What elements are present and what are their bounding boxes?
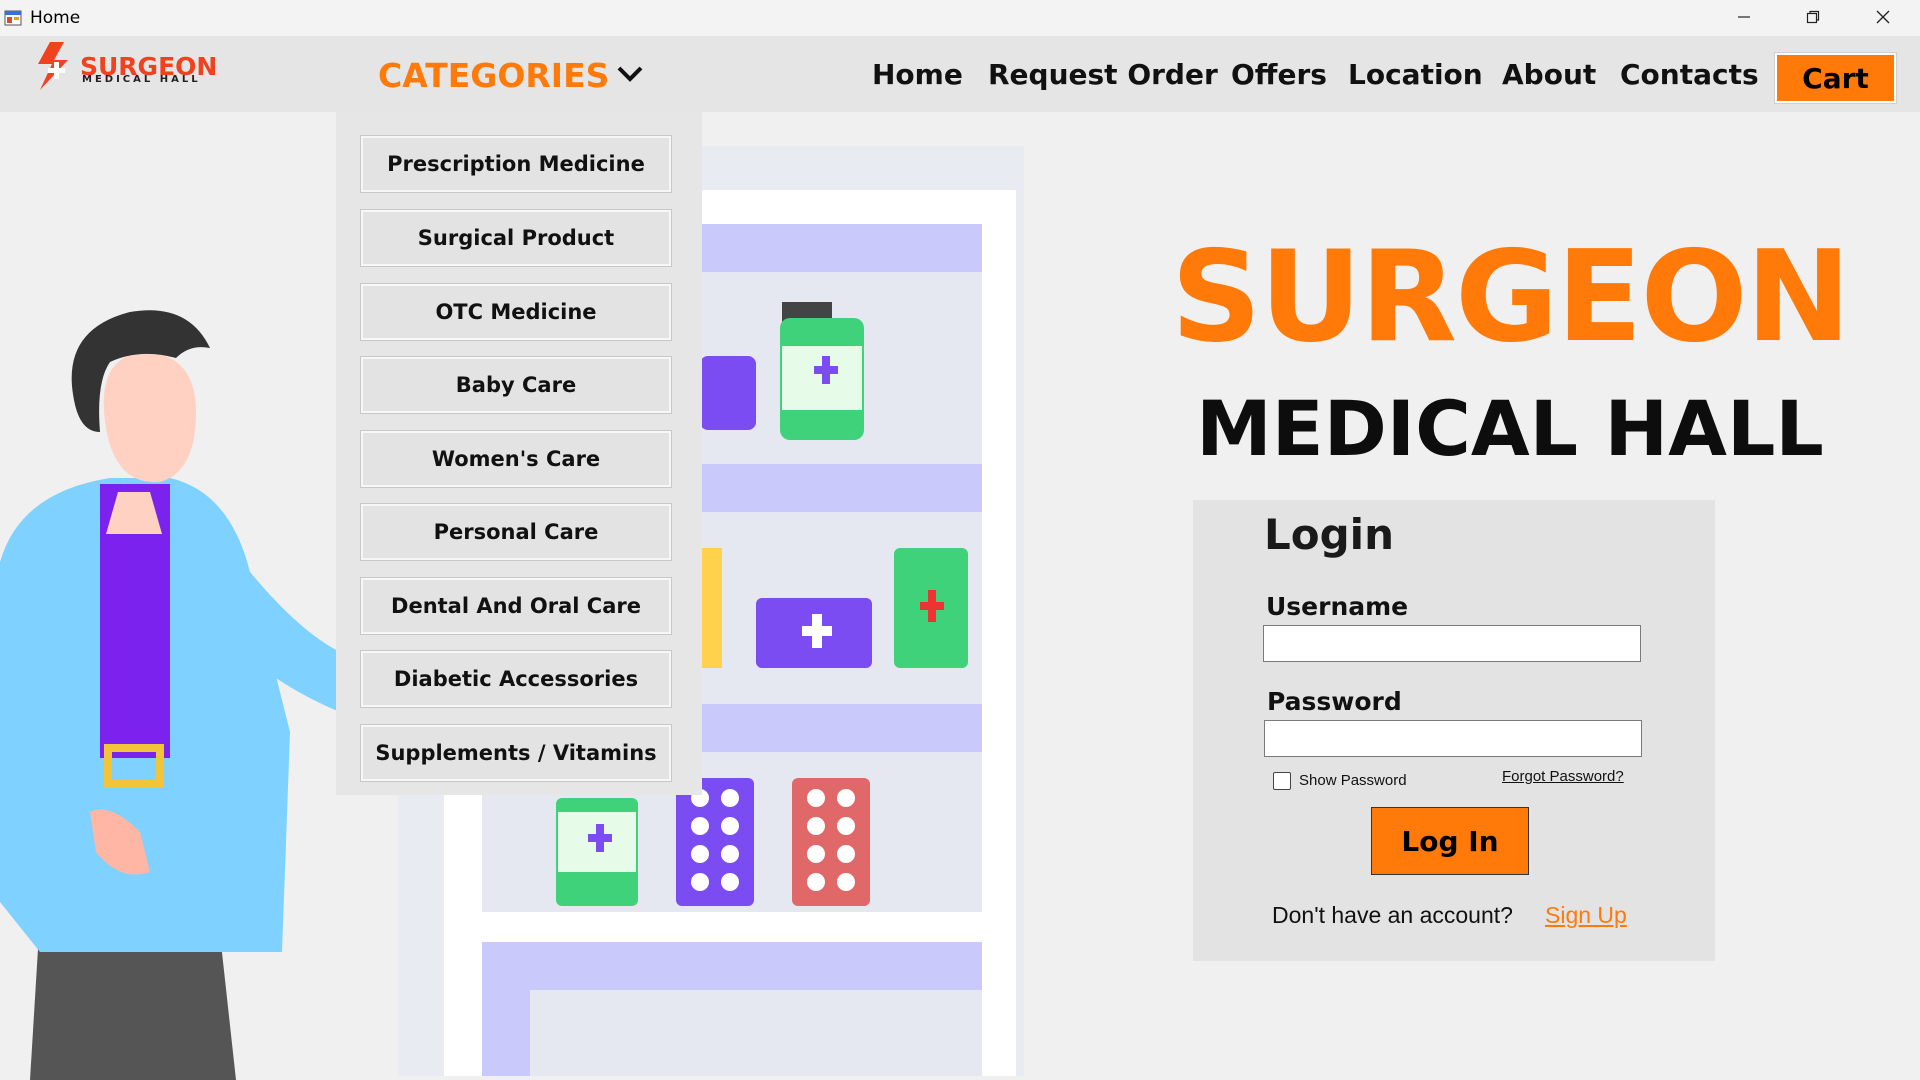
categories-menu: Prescription Medicine Surgical Product O… <box>336 112 702 795</box>
cart-button[interactable]: Cart <box>1775 53 1896 103</box>
username-label: Username <box>1266 592 1409 621</box>
category-personal-care[interactable]: Personal Care <box>360 503 672 561</box>
logo-subtext: MEDICAL HALL <box>82 74 201 85</box>
nav-offers[interactable]: Offers <box>1231 58 1327 91</box>
nav-about[interactable]: About <box>1502 58 1596 91</box>
password-label: Password <box>1267 687 1402 716</box>
login-panel: Login Username Password Show Password Fo… <box>1193 500 1715 961</box>
categories-label: CATEGORIES <box>378 56 610 95</box>
nav-location[interactable]: Location <box>1348 58 1483 91</box>
nav-home[interactable]: Home <box>872 58 963 91</box>
category-baby-care[interactable]: Baby Care <box>360 356 672 414</box>
category-diabetic-accessories[interactable]: Diabetic Accessories <box>360 650 672 708</box>
forgot-password-link[interactable]: Forgot Password? <box>1502 768 1624 785</box>
no-account-text: Don't have an account? <box>1272 902 1513 928</box>
window-title: Home <box>30 8 81 28</box>
category-womens-care[interactable]: Women's Care <box>360 430 672 488</box>
sign-up-link[interactable]: Sign Up <box>1545 902 1627 929</box>
login-button[interactable]: Log In <box>1371 807 1529 875</box>
minimize-icon <box>1738 16 1750 18</box>
category-dental-oral-care[interactable]: Dental And Oral Care <box>360 577 672 635</box>
app-icon <box>4 10 22 26</box>
category-prescription-medicine[interactable]: Prescription Medicine <box>360 135 672 193</box>
password-input[interactable] <box>1264 720 1642 757</box>
chevron-down-icon <box>617 66 643 82</box>
category-surgical-product[interactable]: Surgical Product <box>360 209 672 267</box>
restore-button[interactable] <box>1778 0 1848 34</box>
hero-title: SURGEON <box>1170 223 1851 370</box>
hero-subtitle: MEDICAL HALL <box>1196 384 1824 473</box>
minimize-button[interactable] <box>1709 0 1779 34</box>
login-title: Login <box>1264 510 1394 559</box>
nav-request-order[interactable]: Request Order <box>988 58 1218 91</box>
close-icon <box>1876 10 1890 24</box>
category-otc-medicine[interactable]: OTC Medicine <box>360 283 672 341</box>
close-button[interactable] <box>1848 0 1918 34</box>
nav-contacts[interactable]: Contacts <box>1620 58 1759 91</box>
category-supplements-vitamins[interactable]: Supplements / Vitamins <box>360 724 672 782</box>
username-input[interactable] <box>1263 625 1641 662</box>
title-bar: Home <box>0 0 1920 36</box>
restore-icon <box>1806 10 1820 24</box>
categories-dropdown-toggle[interactable]: CATEGORIES <box>378 56 645 95</box>
show-password-label[interactable]: Show Password <box>1299 772 1407 789</box>
show-password-checkbox[interactable] <box>1273 772 1291 790</box>
